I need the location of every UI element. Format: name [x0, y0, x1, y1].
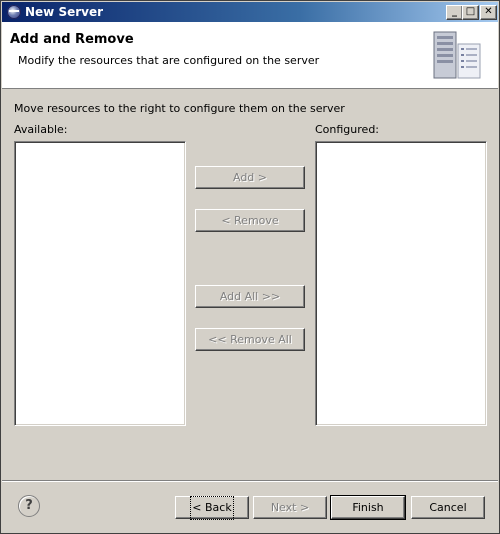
help-icon[interactable]: ?	[18, 495, 40, 517]
back-button[interactable]: < Back	[175, 495, 249, 520]
remove-all-button[interactable]: << Remove All	[195, 328, 305, 351]
finish-button[interactable]: Finish	[330, 495, 406, 520]
window-title: New Server	[25, 5, 104, 19]
configured-list[interactable]	[315, 141, 487, 426]
title-bar[interactable]: New Server _ □ ✕	[2, 2, 498, 22]
maximize-button[interactable]: □	[462, 5, 479, 20]
new-server-dialog: New Server _ □ ✕ Add and Remove Modify t…	[0, 0, 500, 534]
remove-button[interactable]: < Remove	[195, 209, 305, 232]
add-button[interactable]: Add >	[195, 166, 305, 189]
page-title: Add and Remove	[10, 32, 134, 47]
close-button[interactable]: ✕	[480, 5, 497, 20]
available-label: Available:	[14, 123, 68, 136]
server-icon	[433, 31, 481, 79]
add-all-button[interactable]: Add All >>	[195, 285, 305, 308]
cancel-button[interactable]: Cancel	[411, 496, 485, 519]
instructions-text: Move resources to the right to configure…	[14, 102, 345, 115]
wizard-header: Add and Remove Modify the resources that…	[2, 22, 498, 89]
configured-label: Configured:	[315, 123, 380, 136]
page-description: Modify the resources that are configured…	[18, 54, 320, 67]
next-button[interactable]: Next >	[253, 496, 327, 519]
minimize-button[interactable]: _	[446, 5, 463, 20]
available-list[interactable]	[14, 141, 186, 426]
eclipse-icon	[7, 5, 21, 19]
footer-separator	[2, 480, 498, 482]
